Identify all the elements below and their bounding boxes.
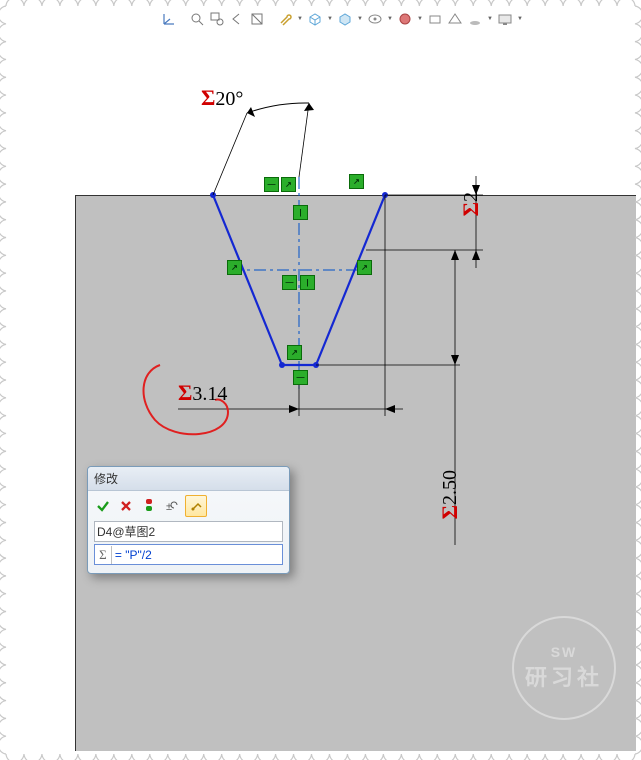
relation-vertical-icon[interactable]: | [293,205,308,220]
dimension-width[interactable]: Σ3.14 [178,380,227,406]
perspective-icon[interactable] [446,10,464,28]
thumbwheel-button[interactable] [185,495,207,517]
shadow-icon[interactable] [466,10,484,28]
view-settings-icon[interactable] [496,10,514,28]
relation-coincident-icon[interactable]: ↗ [281,177,296,192]
relation-horizontal-icon[interactable]: — [293,370,308,385]
modify-dimension-dialog: 修改 ± D4@草图2 Σ [87,466,290,574]
dropdown-arrow-icon[interactable]: ▼ [486,10,494,28]
sigma-icon[interactable]: Σ [95,546,112,564]
relation-coincident-icon[interactable]: ↗ [357,260,372,275]
dropdown-arrow-icon[interactable]: ▼ [296,10,304,28]
reverse-button[interactable]: ± [162,496,182,516]
cancel-button[interactable] [116,496,136,516]
relation-horizontal-icon[interactable]: — [282,275,297,290]
zoom-fit-icon[interactable] [188,10,206,28]
dimension-height[interactable]: Σ2.50 [437,470,463,519]
relation-vertical-icon[interactable]: | [300,275,315,290]
view-orientation-icon[interactable] [306,10,324,28]
graphics-area[interactable]: Σ20° Σ3.14 Σ2 Σ2.50 — ↗ ↗ | ↗ — | ↗ ↗ — … [0,0,641,760]
dropdown-arrow-icon[interactable]: ▼ [386,10,394,28]
edit-appearance-icon[interactable] [396,10,414,28]
ok-button[interactable] [93,496,113,516]
previous-view-icon[interactable] [228,10,246,28]
relation-coincident-icon[interactable]: ↗ [287,345,302,360]
view-toolbar: ▼ ▼ ▼ ▼ ▼ ▼ ▼ [160,10,524,28]
section-view-icon[interactable] [248,10,266,28]
apply-scene-icon[interactable] [426,10,444,28]
relation-coincident-icon[interactable]: ↗ [349,174,364,189]
dimension-value-field[interactable]: Σ [94,544,283,565]
relation-horizontal-icon[interactable]: — [264,177,279,192]
dialog-title: 修改 [88,467,289,491]
dimension-name-field[interactable]: D4@草图2 [94,521,283,542]
dimension-value-input[interactable] [112,545,282,564]
dropdown-arrow-icon[interactable]: ▼ [356,10,364,28]
rebuild-button[interactable] [139,496,159,516]
dimension-gap[interactable]: Σ2 [458,192,484,216]
zoom-window-icon[interactable] [208,10,226,28]
hide-show-icon[interactable] [366,10,384,28]
wrench-icon[interactable] [276,10,294,28]
relation-coincident-icon[interactable]: ↗ [227,260,242,275]
dropdown-arrow-icon[interactable]: ▼ [516,10,524,28]
dimension-angle[interactable]: Σ20° [201,85,243,111]
dropdown-arrow-icon[interactable]: ▼ [416,10,424,28]
sketch-overlay [0,0,641,760]
display-style-icon[interactable] [336,10,354,28]
triad-icon[interactable] [160,10,178,28]
dropdown-arrow-icon[interactable]: ▼ [326,10,334,28]
